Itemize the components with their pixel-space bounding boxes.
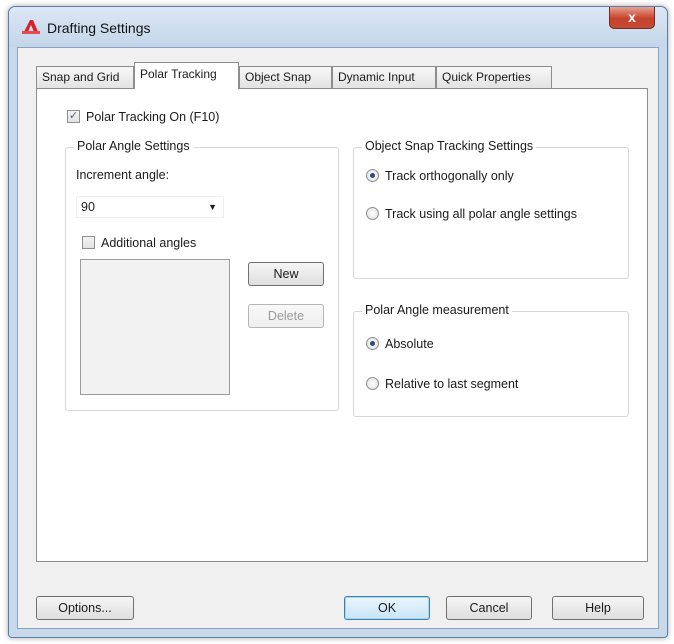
track-all-polar-label: Track using all polar angle settings <box>385 206 577 221</box>
polar-angle-measurement-group: Polar Angle measurement Absolute Relativ… <box>353 303 629 417</box>
new-angle-button[interactable]: New <box>248 262 324 286</box>
polar-tracking-on-row[interactable]: ✓ Polar Tracking On (F10) <box>67 109 219 124</box>
additional-angles-row[interactable]: Additional angles <box>82 235 196 250</box>
autocad-icon <box>22 20 40 34</box>
increment-angle-label: Increment angle: <box>76 168 170 182</box>
dialog-client-area: Snap and Grid Polar Tracking Object Snap… <box>17 47 659 629</box>
track-all-polar-radio[interactable] <box>366 207 379 221</box>
drafting-settings-dialog: Drafting Settings x Snap and Grid Polar … <box>8 6 668 638</box>
polar-tracking-on-label: Polar Tracking On (F10) <box>86 109 220 124</box>
polar-angle-measurement-title: Polar Angle measurement <box>362 303 512 317</box>
ok-button[interactable]: OK <box>344 596 430 620</box>
additional-angles-checkbox[interactable] <box>82 236 95 250</box>
increment-angle-dropdown[interactable]: 90 ▼ <box>76 196 224 218</box>
polar-angle-settings-group: Polar Angle Settings Increment angle: 90… <box>65 139 339 411</box>
track-all-polar-option[interactable]: Track using all polar angle settings <box>366 206 577 221</box>
delete-angle-button[interactable]: Delete <box>248 304 324 328</box>
track-orthogonally-label: Track orthogonally only <box>385 168 514 183</box>
polar-tracking-page: ✓ Polar Tracking On (F10) Polar Angle Set… <box>36 88 648 562</box>
track-orthogonally-option[interactable]: Track orthogonally only <box>366 168 514 183</box>
relative-option[interactable]: Relative to last segment <box>366 376 518 391</box>
help-button[interactable]: Help <box>552 596 644 620</box>
additional-angles-list[interactable] <box>80 259 230 395</box>
tab-dynamic-input[interactable]: Dynamic Input <box>332 66 436 88</box>
tab-object-snap[interactable]: Object Snap <box>239 66 332 88</box>
absolute-radio[interactable] <box>366 337 379 351</box>
track-orthogonally-radio[interactable] <box>366 169 379 183</box>
chevron-down-icon: ▼ <box>208 202 217 212</box>
title-bar[interactable]: Drafting Settings x <box>9 7 667 47</box>
tab-snap-and-grid[interactable]: Snap and Grid <box>36 66 134 88</box>
window-title: Drafting Settings <box>47 20 151 36</box>
absolute-option[interactable]: Absolute <box>366 336 434 351</box>
close-icon: x <box>628 9 636 25</box>
object-snap-tracking-group: Object Snap Tracking Settings Track orth… <box>353 139 629 279</box>
relative-radio[interactable] <box>366 377 379 391</box>
polar-tracking-checkbox[interactable]: ✓ <box>67 110 80 124</box>
options-button[interactable]: Options... <box>36 596 134 620</box>
increment-angle-value: 90 <box>81 200 95 214</box>
tab-polar-tracking[interactable]: Polar Tracking <box>134 62 239 89</box>
object-snap-tracking-title: Object Snap Tracking Settings <box>362 139 537 153</box>
polar-angle-settings-title: Polar Angle Settings <box>74 139 193 153</box>
relative-label: Relative to last segment <box>385 376 519 391</box>
close-button[interactable]: x <box>609 7 655 29</box>
cancel-button[interactable]: Cancel <box>446 596 532 620</box>
tab-quick-properties[interactable]: Quick Properties <box>436 66 552 88</box>
additional-angles-label: Additional angles <box>101 235 197 250</box>
absolute-label: Absolute <box>385 336 434 351</box>
